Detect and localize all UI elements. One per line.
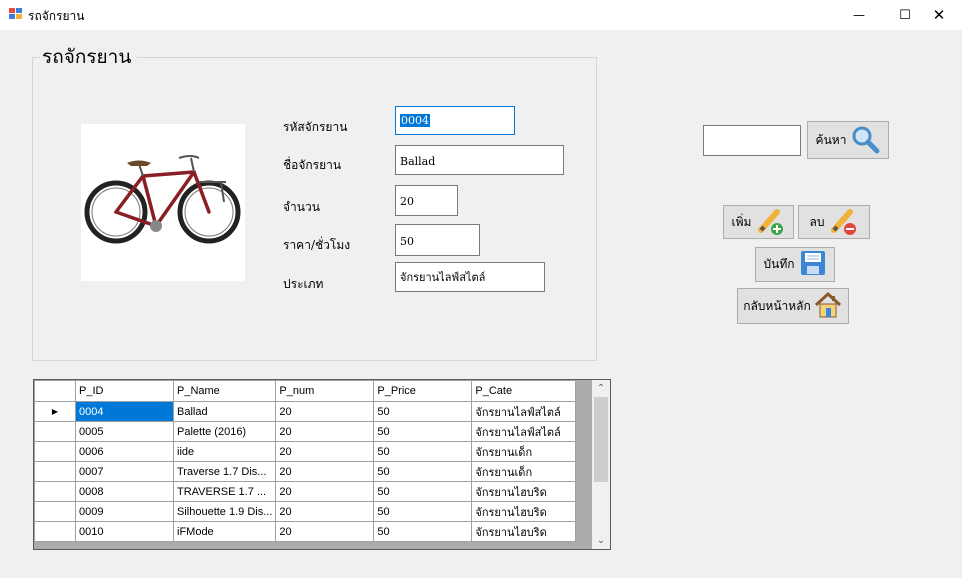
add-button-label: เพิ่ม: [731, 214, 752, 229]
cell-p-id[interactable]: 0007: [75, 461, 174, 482]
cell-p-name[interactable]: TRAVERSE 1.7 ...: [172, 481, 277, 502]
cell-p-id[interactable]: 0006: [75, 441, 174, 462]
table-header-row: P_ID P_Name P_num P_Price P_Cate: [34, 380, 577, 402]
title-bar: รถจักรยาน — ☐ ✕: [0, 0, 962, 30]
cell-p-num[interactable]: 20: [275, 461, 375, 482]
row-header[interactable]: [34, 501, 76, 522]
cell-p-num[interactable]: 20: [275, 401, 375, 422]
cell-p-cate[interactable]: จักรยานไลฟ์สไตล์: [471, 421, 577, 442]
cell-p-cate[interactable]: จักรยานเด็ก: [471, 461, 577, 482]
row-header[interactable]: [34, 461, 76, 482]
magnifier-icon: [850, 124, 880, 157]
column-header-p-name[interactable]: P_Name: [172, 380, 277, 402]
window-title: รถจักรยาน: [28, 9, 85, 23]
cell-p-price[interactable]: 50: [373, 421, 473, 442]
back-to-main-button[interactable]: กลับหน้าหลัก: [737, 288, 849, 324]
row-header-corner: [34, 380, 76, 402]
search-button-label: ค้นหา: [815, 132, 847, 147]
cell-p-name[interactable]: Silhouette 1.9 Dis...: [172, 501, 277, 522]
cell-p-price[interactable]: 50: [373, 501, 473, 522]
cell-p-name[interactable]: Palette (2016): [172, 421, 277, 442]
column-header-p-cate[interactable]: P_Cate: [471, 380, 577, 402]
quantity-input[interactable]: 20: [395, 185, 458, 216]
cell-p-id[interactable]: 0005: [75, 421, 174, 442]
cell-p-id[interactable]: 0004: [75, 401, 174, 422]
floppy-disk-icon: [799, 249, 827, 280]
row-header[interactable]: [34, 421, 76, 442]
cell-p-cate[interactable]: จักรยานไฮบริด: [471, 501, 577, 522]
table-row[interactable]: 0005 Palette (2016) 20 50 จักรยานไลฟ์สไตล์: [34, 421, 577, 442]
cell-p-id[interactable]: 0010: [75, 521, 174, 542]
table-row[interactable]: 0007 Traverse 1.7 Dis... 20 50 จักรยานเด็ก: [34, 461, 577, 482]
table-row[interactable]: 0006 iide 20 50 จักรยานเด็ก: [34, 441, 577, 462]
cell-p-name[interactable]: iFMode: [172, 521, 277, 542]
add-button[interactable]: เพิ่ม: [723, 205, 794, 239]
bike-name-label: ชื่อจักรยาน: [283, 158, 342, 172]
groupbox-title: รถจักรยาน: [40, 42, 138, 72]
row-header[interactable]: [34, 481, 76, 502]
minimize-button[interactable]: —: [836, 0, 882, 30]
delete-button-label: ลบ: [809, 214, 825, 229]
column-header-p-id[interactable]: P_ID: [75, 380, 174, 402]
search-button[interactable]: ค้นหา: [807, 121, 889, 159]
cell-p-price[interactable]: 50: [373, 461, 473, 482]
back-to-main-label: กลับหน้าหลัก: [743, 298, 811, 313]
save-button[interactable]: บันทึก: [755, 247, 835, 282]
type-input[interactable]: จักรยานไลฟ์สไตล์: [395, 262, 545, 292]
quantity-label: จำนวน: [283, 200, 320, 214]
cell-p-name[interactable]: iide: [172, 441, 277, 462]
type-label: ประเภท: [283, 277, 324, 291]
cell-p-cate[interactable]: จักรยานไฮบริด: [471, 521, 577, 542]
pencil-add-icon: [755, 206, 785, 239]
row-header[interactable]: [34, 441, 76, 462]
bike-id-label: รหัสจักรยาน: [283, 120, 348, 134]
cell-p-num[interactable]: 20: [275, 421, 375, 442]
row-header[interactable]: [34, 521, 76, 542]
table-row[interactable]: 0009 Silhouette 1.9 Dis... 20 50 จักรยานไฮบร…: [34, 501, 577, 522]
scroll-up-icon[interactable]: ⌃: [592, 380, 610, 397]
save-button-label: บันทึก: [763, 257, 795, 271]
column-header-p-price[interactable]: P_Price: [373, 380, 473, 402]
bike-id-input[interactable]: 0004: [395, 106, 515, 135]
cell-p-num[interactable]: 20: [275, 521, 375, 542]
pencil-remove-icon: [828, 206, 858, 239]
scroll-down-icon[interactable]: ⌄: [592, 532, 610, 549]
cell-p-price[interactable]: 50: [373, 481, 473, 502]
cell-p-price[interactable]: 50: [373, 521, 473, 542]
table-row[interactable]: ▶ 0004 Ballad 20 50 จักรยานไลฟ์สไตล์: [34, 401, 577, 422]
scrollbar-thumb[interactable]: [594, 397, 608, 482]
table-row[interactable]: 0010 iFMode 20 50 จักรยานไฮบริด: [34, 521, 577, 542]
price-label: ราคา/ชั่วโมง: [283, 238, 351, 252]
cell-p-num[interactable]: 20: [275, 441, 375, 462]
cell-p-num[interactable]: 20: [275, 501, 375, 522]
table-row[interactable]: 0008 TRAVERSE 1.7 ... 20 50 จักรยานไฮบริด: [34, 481, 577, 502]
cell-p-id[interactable]: 0008: [75, 481, 174, 502]
bicycle-table: P_ID P_Name P_num P_Price P_Cate ▶ 0004 Ba…: [34, 380, 577, 542]
cell-p-cate[interactable]: จักรยานไฮบริด: [471, 481, 577, 502]
grid-vertical-scrollbar[interactable]: ⌃ ⌄: [592, 380, 610, 549]
cell-p-id[interactable]: 0009: [75, 501, 174, 522]
column-header-p-num[interactable]: P_num: [275, 380, 375, 402]
bike-name-input[interactable]: Ballad: [395, 145, 564, 175]
home-icon: [813, 290, 843, 323]
bicycle-data-grid[interactable]: P_ID P_Name P_num P_Price P_Cate ▶ 0004 Ba…: [33, 379, 611, 550]
search-input[interactable]: [703, 125, 801, 156]
close-button[interactable]: ✕: [916, 0, 962, 30]
row-header[interactable]: ▶: [34, 401, 76, 422]
cell-p-name[interactable]: Traverse 1.7 Dis...: [172, 461, 277, 482]
cell-p-num[interactable]: 20: [275, 481, 375, 502]
delete-button[interactable]: ลบ: [798, 205, 870, 239]
cell-p-cate[interactable]: จักรยานไลฟ์สไตล์: [471, 401, 577, 422]
cell-p-cate[interactable]: จักรยานเด็ก: [471, 441, 577, 462]
price-input[interactable]: 50: [395, 224, 480, 256]
bicycle-image: [81, 124, 245, 281]
cell-p-name[interactable]: Ballad: [172, 401, 277, 422]
app-icon: [9, 8, 23, 20]
cell-p-price[interactable]: 50: [373, 441, 473, 462]
cell-p-price[interactable]: 50: [373, 401, 473, 422]
